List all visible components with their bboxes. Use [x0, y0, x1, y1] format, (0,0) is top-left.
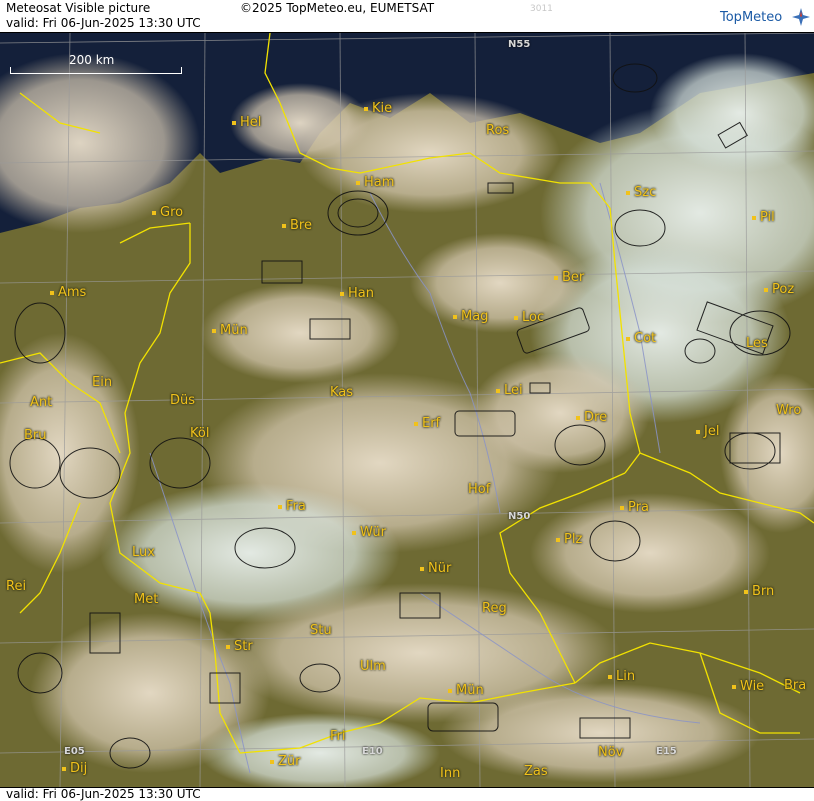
city-label: Ber — [554, 270, 584, 285]
city-label: Les — [746, 336, 768, 351]
city-label: Köl — [190, 426, 210, 441]
city-label: Pil — [752, 210, 775, 225]
city-label: Jel — [696, 424, 719, 439]
city-label: Lei — [496, 383, 523, 398]
city-label: Dij — [62, 761, 87, 776]
satellite-image-map[interactable]: 200 km N55 N50 E05 E10 E15 Hel Kie Ros H… — [0, 32, 814, 793]
grid-label-n50: N50 — [508, 511, 531, 522]
city-label: Zas — [524, 764, 548, 779]
city-label: Düs — [170, 393, 196, 408]
city-label: Ham — [356, 175, 394, 190]
city-label: Szc — [626, 185, 656, 200]
city-label: Ant — [30, 395, 53, 410]
topmeteo-logo[interactable]: TopMeteo — [720, 8, 812, 28]
grid-label-n55: N55 — [508, 39, 531, 50]
city-label: Stu — [310, 623, 332, 638]
product-title: Meteosat Visible picture — [6, 1, 151, 15]
grid-label-e05: E05 — [64, 746, 85, 757]
footer-valid-time: valid: Fri 06-Jun-2025 13:30 UTC — [6, 787, 201, 801]
city-label: Inn — [440, 766, 461, 781]
city-label: Hof — [468, 482, 491, 497]
city-label: Fri — [330, 729, 346, 744]
city-label: Nür — [420, 561, 451, 576]
city-label: Brn — [744, 584, 774, 599]
city-label: Ulm — [360, 659, 386, 674]
city-label: Kie — [364, 101, 392, 116]
city-label: Wür — [352, 525, 386, 540]
footer-bar: valid: Fri 06-Jun-2025 13:30 UTC — [0, 787, 814, 801]
city-label: Bra — [784, 678, 807, 693]
city-label: Növ — [598, 745, 624, 760]
satellite-image — [0, 32, 814, 793]
city-label: Han — [340, 286, 374, 301]
city-label: Wro — [776, 403, 802, 418]
city-label: Dre — [576, 410, 607, 425]
city-label: Gro — [152, 205, 183, 220]
city-label: Hel — [232, 115, 261, 130]
valid-time: valid: Fri 06-Jun-2025 13:30 UTC — [6, 16, 201, 30]
city-label: Ein — [92, 375, 113, 390]
city-label: Mag — [453, 309, 488, 324]
city-label: Bre — [282, 218, 312, 233]
city-label: Loc — [514, 310, 544, 325]
satellite-map-frame: 200 km N55 N50 E05 E10 E15 Hel Kie Ros H… — [0, 0, 814, 801]
city-label: Lin — [608, 669, 635, 684]
city-label: Wie — [732, 679, 764, 694]
scale-bar: 200 km — [10, 53, 182, 74]
city-label: Reg — [482, 601, 507, 616]
city-label: Fra — [278, 499, 306, 514]
city-label: Lux — [132, 545, 155, 560]
city-label: Zür — [270, 754, 301, 769]
city-label: Poz — [764, 282, 794, 297]
grid-label-e15: E15 — [656, 746, 677, 757]
city-label: Erf — [414, 416, 440, 431]
city-label: Cot — [626, 331, 656, 346]
city-label: Str — [226, 639, 253, 654]
compass-star-icon — [792, 8, 810, 26]
grid-label-e10: E10 — [362, 746, 383, 757]
city-label: Ros — [486, 123, 510, 138]
city-label: Rei — [6, 579, 27, 594]
city-label: Bru — [24, 428, 47, 443]
image-code: 3011 — [530, 4, 553, 14]
city-label: Plz — [556, 532, 582, 547]
copyright-text: ©2025 TopMeteo.eu, EUMETSAT — [240, 1, 435, 15]
city-label: Mün — [448, 683, 484, 698]
city-label: Ams — [50, 285, 86, 300]
city-label: Mün — [212, 323, 248, 338]
header-bar: Meteosat Visible picture ©2025 TopMeteo.… — [0, 0, 814, 33]
city-label: Pra — [620, 500, 649, 515]
scale-bar-label: 200 km — [69, 53, 115, 67]
city-label: Kas — [330, 385, 354, 400]
city-label: Met — [134, 592, 159, 607]
logo-text: TopMeteo — [720, 10, 783, 25]
